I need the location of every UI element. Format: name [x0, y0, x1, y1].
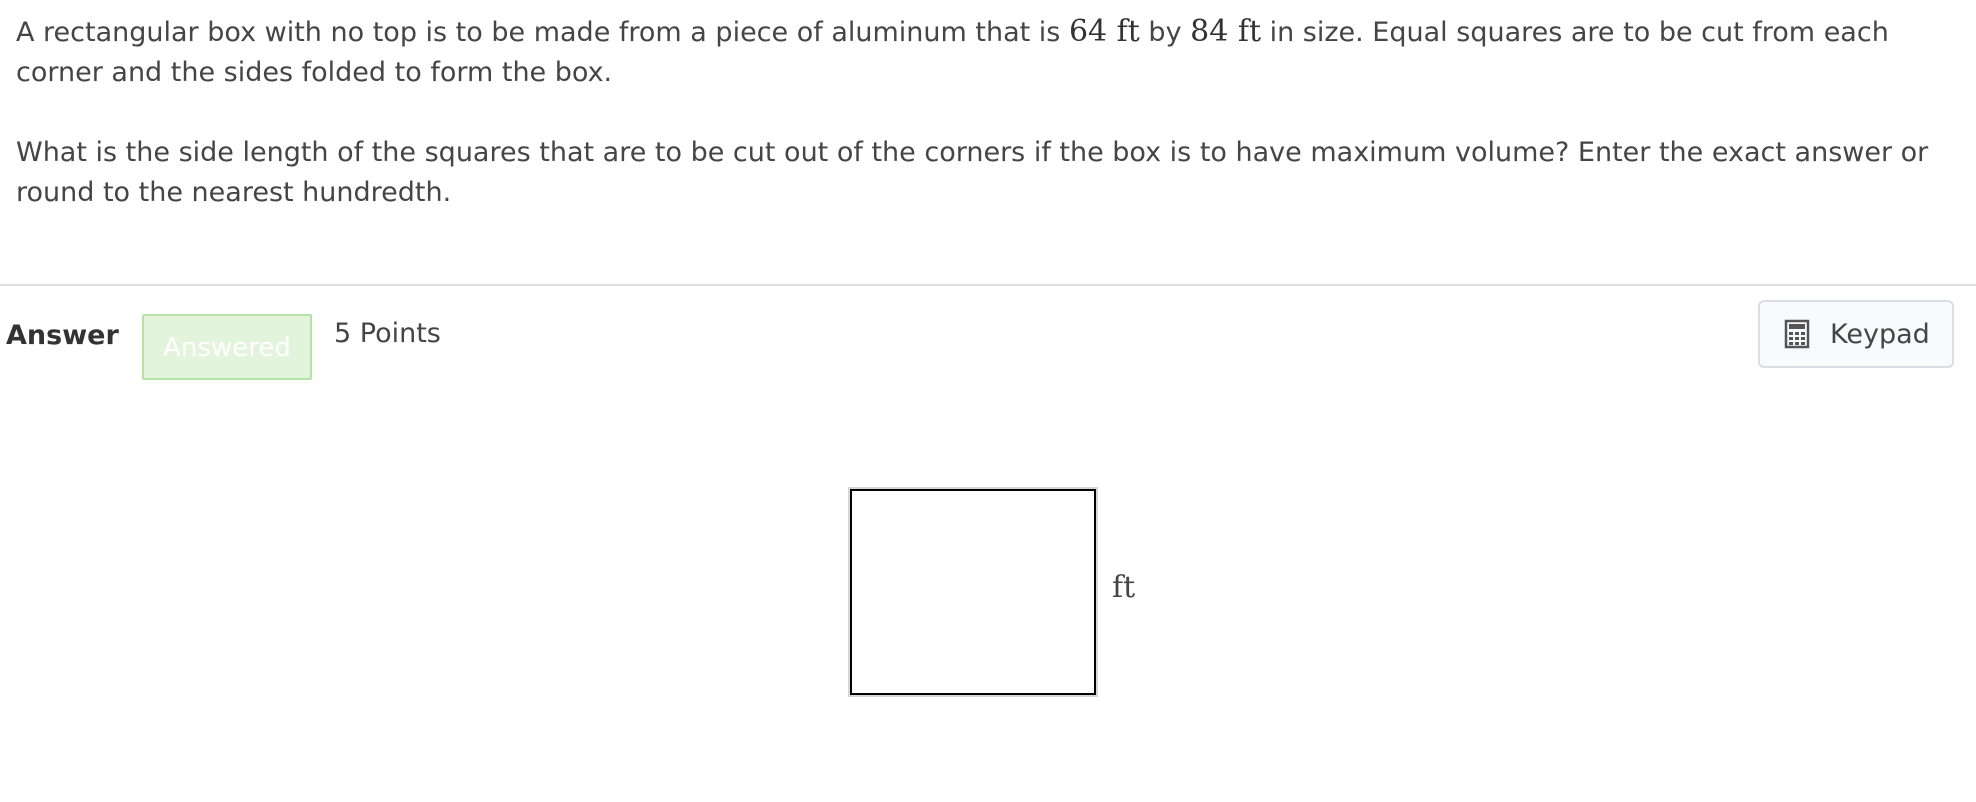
keypad-label: Keypad: [1830, 318, 1930, 350]
section-divider: [0, 284, 1976, 286]
status-badge: Answered: [142, 314, 312, 380]
keypad-button[interactable]: Keypad: [1758, 300, 1954, 368]
unit-label: ft: [1112, 570, 1136, 605]
calculator-icon: [1784, 319, 1810, 349]
answer-label: Answer: [6, 320, 119, 351]
dimension-length: 84 ft: [1190, 14, 1262, 49]
question-paragraph-1: A rectangular box with no top is to be m…: [16, 14, 1889, 88]
points-label: 5 Points: [334, 318, 441, 349]
answer-input[interactable]: [848, 487, 1098, 697]
question-paragraph-2: What is the side length of the squares t…: [16, 137, 1929, 208]
dimension-width: 64 ft: [1068, 14, 1140, 49]
question-text: A rectangular box with no top is to be m…: [16, 12, 1946, 213]
